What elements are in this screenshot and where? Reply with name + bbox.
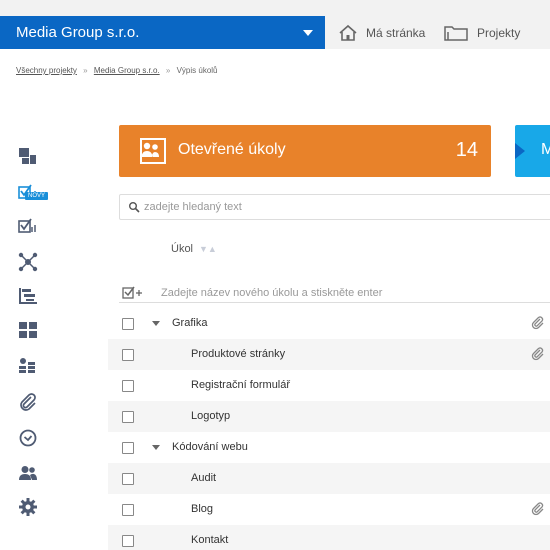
tasks-icon[interactable]	[18, 216, 38, 236]
collapse-triangle-icon[interactable]	[152, 321, 160, 326]
second-card-title: M	[541, 141, 550, 158]
task-label: Registrační formulář	[191, 379, 291, 391]
task-group-row[interactable]: Kódování webu	[108, 432, 550, 463]
new-task-input[interactable]	[161, 287, 541, 299]
task-row[interactable]: Registrační formulář	[108, 370, 550, 401]
second-summary-card[interactable]: M	[515, 125, 550, 177]
arrow-right-icon	[515, 143, 525, 159]
add-task-icon	[122, 286, 142, 299]
paperclip-icon[interactable]	[531, 347, 545, 361]
task-label: Produktové stránky	[191, 348, 286, 360]
top-bar: Media Group s.r.o. Má stránka Projekty	[0, 0, 550, 49]
task-label: Logotyp	[191, 410, 231, 422]
gear-icon[interactable]	[18, 497, 38, 517]
task-checkbox[interactable]	[122, 318, 134, 330]
open-tasks-card[interactable]: Otevřené úkoly 14	[119, 125, 491, 177]
task-checkbox[interactable]	[122, 349, 134, 361]
task-row[interactable]: Audit	[108, 463, 550, 494]
breadcrumb-all-projects[interactable]: Všechny projekty	[16, 66, 77, 75]
open-tasks-title: Otevřené úkoly	[178, 141, 286, 158]
task-checkbox[interactable]	[122, 380, 134, 392]
nav-projects-label: Projekty	[477, 25, 521, 40]
paperclip-icon[interactable]	[531, 502, 545, 516]
task-row[interactable]: Kontakt	[108, 525, 550, 550]
task-row[interactable]: Logotyp	[108, 401, 550, 432]
clock-icon[interactable]	[18, 428, 38, 448]
breadcrumb-current: Výpis úkolů	[176, 66, 218, 75]
task-checkbox[interactable]	[122, 504, 134, 516]
open-tasks-count: 14	[455, 139, 478, 161]
task-group-row[interactable]: Grafika	[108, 308, 550, 339]
folder-icon	[444, 25, 468, 41]
home-icon	[339, 24, 357, 41]
task-label: Audit	[191, 472, 217, 484]
breadcrumb-project[interactable]: Media Group s.r.o.	[94, 66, 160, 75]
paperclip-icon[interactable]	[531, 316, 545, 330]
task-row[interactable]: Blog	[108, 494, 550, 525]
nav-projects[interactable]: Projekty	[443, 16, 520, 49]
task-checkbox[interactable]	[122, 411, 134, 423]
search-input[interactable]	[144, 201, 524, 213]
paperclip-icon[interactable]	[18, 392, 38, 412]
task-label: Kontakt	[191, 534, 229, 546]
company-name: Media Group s.r.o.	[16, 24, 140, 41]
breadcrumb-separator: »	[165, 66, 171, 75]
tiles-icon[interactable]	[18, 320, 38, 340]
search-box	[119, 194, 550, 220]
task-checkbox[interactable]	[122, 535, 134, 547]
nav-my-page[interactable]: Má stránka	[338, 16, 425, 49]
gantt-icon[interactable]	[18, 286, 38, 306]
column-header-task[interactable]: Úkol ▼▲	[171, 243, 217, 255]
column-header-label: Úkol	[171, 243, 194, 255]
chevron-down-icon	[303, 30, 313, 36]
task-row[interactable]: Produktové stránky	[108, 339, 550, 370]
task-label: Blog	[191, 503, 214, 515]
new-task-row	[119, 283, 550, 303]
users-board-icon	[140, 138, 166, 164]
sort-icon[interactable]: ▼▲	[199, 244, 217, 254]
dashboard-icon[interactable]	[18, 146, 38, 166]
coins-icon[interactable]	[18, 356, 38, 376]
users-icon[interactable]	[18, 463, 38, 483]
breadcrumb-separator: »	[83, 66, 88, 75]
task-checkbox[interactable]	[122, 473, 134, 485]
company-selector[interactable]: Media Group s.r.o.	[0, 16, 325, 49]
search-icon	[129, 202, 140, 213]
collapse-triangle-icon[interactable]	[152, 445, 160, 450]
new-badge: NOVÝ	[25, 192, 49, 200]
task-label: Kódování webu	[172, 441, 248, 453]
breadcrumb: Všechny projekty » Media Group s.r.o. » …	[16, 66, 218, 75]
task-checkbox[interactable]	[122, 442, 134, 454]
nav-my-page-label: Má stránka	[366, 25, 426, 40]
network-icon[interactable]	[18, 252, 38, 272]
task-label: Grafika	[172, 317, 208, 329]
